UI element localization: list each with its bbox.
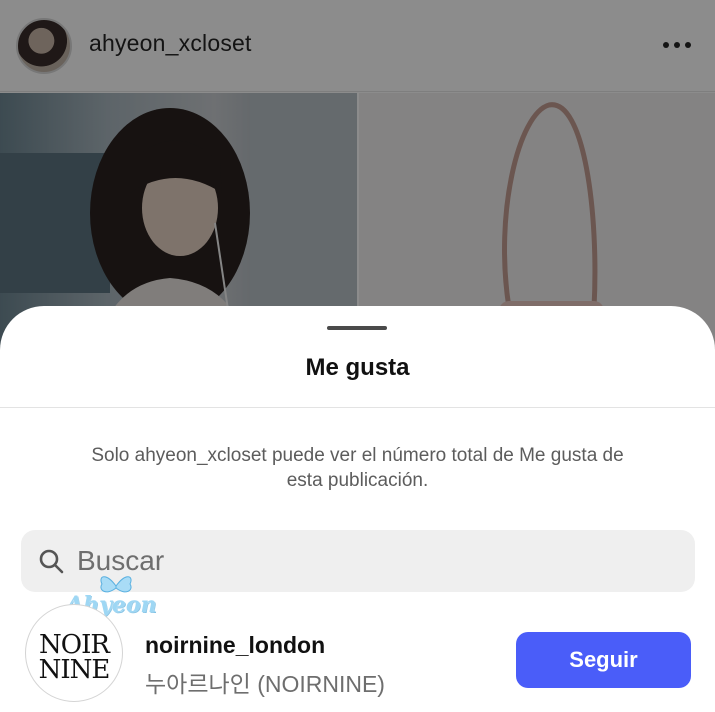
search-input[interactable] [77,530,677,592]
likes-privacy-notice: Solo ahyeon_xcloset puede ver el número … [91,445,624,491]
sheet-grabber[interactable] [327,326,387,330]
likes-sheet: Me gusta Solo ahyeon_xcloset puede ver e… [0,306,715,712]
search-icon [39,549,64,574]
like-user-row[interactable]: NOIR NINE noirnine_london 누아르나인 (NOIRNIN… [0,602,715,712]
divider [0,407,715,408]
user-avatar[interactable]: NOIR NINE [25,604,123,702]
user-username[interactable]: noirnine_london [145,632,325,659]
sheet-title: Me gusta [305,354,410,381]
user-display-name: 누아르나인 (NOIRNINE) [145,671,385,697]
brand-logo-line-2: NINE [38,655,111,685]
brand-logo: NOIR NINE [26,632,122,685]
follow-button[interactable]: Seguir [516,632,691,688]
